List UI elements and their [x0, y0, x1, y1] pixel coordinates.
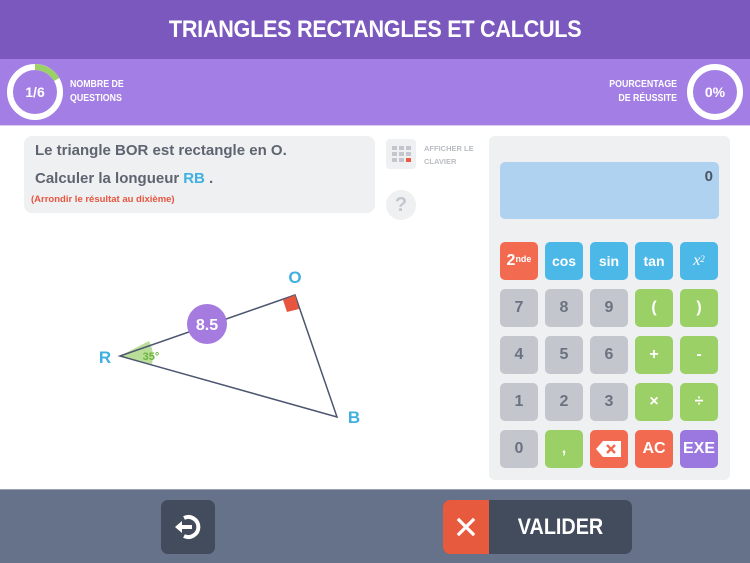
key-label: x [693, 252, 701, 269]
app: TRIANGLES RECTANGLES ET CALCULS 1/6 NOMB… [0, 0, 750, 563]
success-label-line1: POURCENTAGE [609, 79, 677, 90]
success-label-line2: DE RÉUSSITE [618, 93, 677, 104]
questions-label: NOMBRE DE QUESTIONS [70, 78, 124, 106]
key-open-paren[interactable]: ( [635, 289, 673, 327]
backspace-icon [596, 441, 621, 457]
show-keyboard-label[interactable]: AFFICHER LE CLAVIER [424, 142, 474, 168]
exit-button[interactable] [161, 500, 215, 554]
calculator-keypad: 2 nde cos sin tan x 2 7 8 9() 4 5 6 + -1 2 3 × ÷ 0, AC EXE [500, 242, 718, 468]
key-label: 8 [559, 299, 569, 316]
key-label: cos [551, 253, 577, 269]
key-1[interactable]: 1 [500, 383, 538, 421]
key-5[interactable]: 5 [545, 336, 583, 374]
key-plus[interactable]: + [635, 336, 673, 374]
triangle-figure: 8.5 35° R O B [90, 260, 370, 430]
footer-divider [0, 489, 750, 490]
vertex-label-r: R [99, 348, 111, 367]
key-divide[interactable]: ÷ [680, 383, 718, 421]
questions-label-line2: QUESTIONS [70, 93, 122, 104]
question-instruction: Calculer la longueur RB . [35, 170, 213, 187]
key-tan[interactable]: tan [635, 242, 673, 280]
key-label: 7 [514, 299, 524, 316]
key-7[interactable]: 7 [500, 289, 538, 327]
question-progress-ring: 1/6 [6, 63, 64, 121]
key-label: ( [651, 299, 657, 316]
page-title: TRIANGLES RECTANGLES ET CALCULS [168, 15, 582, 43]
key-label: ÷ [694, 393, 704, 410]
question-statement: Le triangle BOR est rectangle en O. [35, 142, 287, 159]
target-length: RB [183, 170, 205, 187]
questions-label-line1: NOMBRE DE [70, 79, 124, 90]
key-multiply[interactable]: × [635, 383, 673, 421]
vertex-label-o: O [288, 268, 301, 287]
key-label: 6 [604, 346, 614, 363]
key-label: AC [642, 440, 666, 457]
key-label: 5 [559, 346, 569, 363]
key-label: 3 [604, 393, 614, 410]
key-4[interactable]: 4 [500, 336, 538, 374]
title-bar: TRIANGLES RECTANGLES ET CALCULS [0, 0, 750, 59]
stats-divider [0, 125, 750, 126]
key-2[interactable]: 2 [545, 383, 583, 421]
instruction-text: Calculer la longueur [35, 170, 180, 187]
show-keyboard-label-line2[interactable]: CLAVIER [424, 155, 474, 168]
vertex-label-b: B [348, 408, 360, 427]
key-label: 2 [559, 393, 569, 410]
validate-status [443, 500, 489, 554]
success-label: POURCENTAGE DE RÉUSSITE [609, 78, 677, 106]
key-label: + [649, 346, 659, 363]
key-square[interactable]: x2 [680, 242, 718, 280]
validate-button[interactable]: VALIDER [443, 500, 632, 554]
footer-bar: VALIDER [0, 489, 750, 563]
key-clear[interactable]: AC [635, 430, 673, 468]
stats-bar: 1/6 NOMBRE DE QUESTIONS POURCENTAGE DE R… [0, 59, 750, 126]
key-superscript: nde [515, 254, 532, 264]
key-close-paren[interactable]: ) [680, 289, 718, 327]
key-label: 1 [514, 393, 524, 410]
calculator: 0 2 nde cos sin tan x 2 7 8 9() 4 5 6 + -1 2 3 × ÷ 0, AC EXE [489, 136, 730, 480]
key-label: tan [643, 253, 665, 269]
show-keyboard-label-line1[interactable]: AFFICHER LE [424, 142, 474, 155]
key-3[interactable]: 3 [590, 383, 628, 421]
close-icon [456, 517, 476, 537]
key-execute[interactable]: EXE [680, 430, 718, 468]
key-label: 2 [506, 252, 516, 269]
triangle-svg: 8.5 35° R O B [99, 268, 360, 427]
key-9[interactable]: 9 [590, 289, 628, 327]
calculator-display-value: 0 [704, 168, 713, 185]
instruction-suffix: . [204, 170, 214, 187]
key-label: EXE [682, 440, 715, 457]
success-ring: 0% [686, 63, 744, 121]
key-label: 9 [604, 299, 614, 316]
key-label: - [696, 346, 702, 363]
key-6[interactable]: 6 [590, 336, 628, 374]
key-superscript: 2 [700, 254, 705, 264]
side-length-value: 8.5 [196, 317, 218, 334]
show-keyboard-button[interactable] [386, 139, 416, 169]
key-second[interactable]: 2 nde [500, 242, 538, 280]
success-percentage: 0% [704, 84, 726, 100]
question-mark-icon: ? [394, 193, 408, 216]
key-sin[interactable]: sin [590, 242, 628, 280]
validate-label: VALIDER [517, 514, 604, 539]
key-8[interactable]: 8 [545, 289, 583, 327]
angle-value: 35° [143, 351, 160, 363]
key-0[interactable]: 0 [500, 430, 538, 468]
key-backspace[interactable] [590, 430, 628, 468]
rounding-hint: (Arrondir le résultat au dixième) [31, 194, 175, 205]
key-label: , [561, 440, 567, 457]
key-label: × [649, 393, 659, 410]
question-counter: 1/6 [25, 84, 45, 100]
calculator-display: 0 [500, 162, 719, 219]
help-button[interactable]: ? [386, 190, 416, 220]
key-label: sin [598, 253, 620, 269]
key-label: ) [696, 299, 702, 316]
key-label: 4 [514, 346, 524, 363]
key-minus[interactable]: - [680, 336, 718, 374]
exit-arrow-icon [175, 515, 201, 539]
question-box: Le triangle BOR est rectangle en O. Calc… [24, 136, 375, 213]
key-label: 0 [514, 440, 524, 457]
key-cos[interactable]: cos [545, 242, 583, 280]
key-comma[interactable]: , [545, 430, 583, 468]
